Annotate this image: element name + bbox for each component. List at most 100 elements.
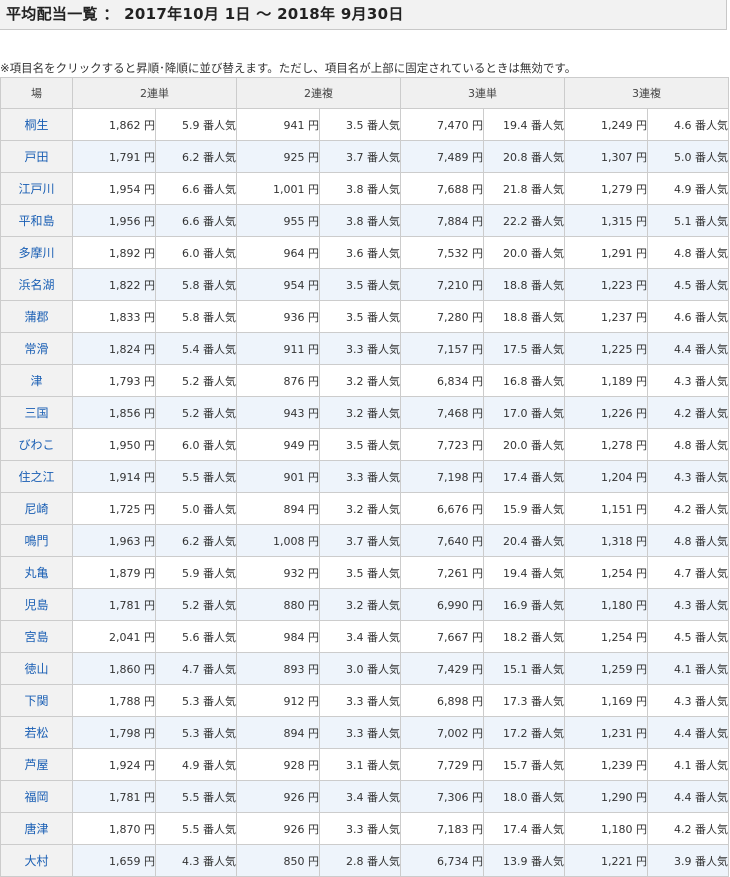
popularity-cell: 3.3 番人気 (319, 684, 401, 717)
payout-amount-cell: 912 円 (236, 684, 320, 717)
venue-cell: 戸田 (0, 140, 73, 173)
payout-amount: 984 (283, 630, 305, 644)
payout-amount-cell: 7,210 円 (400, 268, 484, 301)
popularity-value: 6.6 (182, 182, 200, 196)
payout-amount: 7,280 (437, 310, 469, 324)
payout-amount: 893 (283, 662, 305, 676)
venue-link[interactable]: 福岡 (24, 790, 48, 804)
payout-amount: 932 (283, 566, 305, 580)
popularity-suffix: 番人気 (367, 662, 400, 676)
yen-unit: 円 (472, 662, 483, 676)
popularity-cell: 3.4 番人気 (319, 620, 401, 653)
table-row: 唐津 1,870 円 5.5 番人気 926 円 3.3 番人気 7,183 円 17.4 … (0, 812, 729, 845)
popularity-suffix: 番人気 (695, 694, 728, 708)
yen-unit: 円 (308, 502, 319, 516)
popularity-suffix: 番人気 (203, 278, 236, 292)
popularity-value: 20.0 (503, 438, 528, 452)
popularity-cell: 4.9 番人気 (155, 748, 237, 781)
venue-link[interactable]: 多摩川 (18, 246, 54, 260)
yen-unit: 円 (636, 822, 647, 836)
payout-amount-cell: 7,183 円 (400, 812, 484, 845)
popularity-cell: 3.3 番人気 (319, 332, 401, 365)
payout-amount: 912 (283, 694, 305, 708)
popularity-value: 4.2 (674, 502, 692, 516)
yen-unit: 円 (472, 694, 483, 708)
venue-cell: 常滑 (0, 332, 73, 365)
page-title: 平均配当一覧 ： 2017年10月 1日 ～ 2018年 9月30日 (6, 5, 404, 23)
payout-amount: 941 (283, 118, 305, 132)
popularity-cell: 21.8 番人気 (483, 172, 565, 205)
header-venue[interactable]: 場 (0, 77, 73, 109)
popularity-value: 17.5 (503, 342, 528, 356)
payout-amount-cell: 1,001 円 (236, 172, 320, 205)
header-nirenpuku[interactable]: 2連複 (236, 77, 401, 109)
table-row: 尼崎 1,725 円 5.0 番人気 894 円 3.2 番人気 6,676 円 15.9 … (0, 492, 729, 525)
payout-amount: 1,225 (601, 342, 633, 356)
venue-link[interactable]: 平和島 (18, 214, 54, 228)
venue-link[interactable]: 若松 (24, 726, 48, 740)
yen-unit: 円 (144, 214, 155, 228)
venue-cell: 鳴門 (0, 524, 73, 557)
popularity-suffix: 番人気 (531, 278, 564, 292)
table-row: 常滑 1,824 円 5.4 番人気 911 円 3.3 番人気 7,157 円 17.5 … (0, 332, 729, 365)
yen-unit: 円 (472, 182, 483, 196)
yen-unit: 円 (472, 310, 483, 324)
header-nirentan[interactable]: 2連単 (72, 77, 237, 109)
venue-link[interactable]: 江戸川 (18, 182, 54, 196)
popularity-value: 5.0 (182, 502, 200, 516)
yen-unit: 円 (308, 662, 319, 676)
venue-link[interactable]: 児島 (24, 598, 48, 612)
popularity-suffix: 番人気 (367, 502, 400, 516)
venue-link[interactable]: 宮島 (24, 630, 48, 644)
venue-link[interactable]: 住之江 (18, 470, 54, 484)
venue-link[interactable]: 蒲郡 (24, 310, 48, 324)
popularity-suffix: 番人気 (367, 822, 400, 836)
payout-amount: 1,249 (601, 118, 633, 132)
popularity-suffix: 番人気 (531, 470, 564, 484)
popularity-value: 5.1 (674, 214, 692, 228)
yen-unit: 円 (636, 694, 647, 708)
venue-link[interactable]: 浜名湖 (18, 278, 54, 292)
venue-link[interactable]: 三国 (24, 406, 48, 420)
venue-link[interactable]: 戸田 (24, 150, 48, 164)
payout-amount-cell: 1,189 円 (564, 364, 648, 397)
popularity-value: 16.9 (503, 598, 528, 612)
header-sanrentan[interactable]: 3連単 (400, 77, 565, 109)
venue-link[interactable]: 徳山 (24, 662, 48, 676)
table-row: 江戸川 1,954 円 6.6 番人気 1,001 円 3.8 番人気 7,688 円 21… (0, 172, 729, 205)
popularity-cell: 5.8 番人気 (155, 300, 237, 333)
venue-link[interactable]: 下関 (24, 694, 48, 708)
popularity-suffix: 番人気 (695, 118, 728, 132)
popularity-cell: 4.1 番人気 (647, 652, 729, 685)
payout-amount-cell: 1,008 円 (236, 524, 320, 557)
venue-link[interactable]: 鳴門 (24, 534, 48, 548)
popularity-value: 4.2 (674, 822, 692, 836)
venue-link[interactable]: 尼崎 (24, 502, 48, 516)
yen-unit: 円 (636, 726, 647, 740)
payout-amount-cell: 6,834 円 (400, 364, 484, 397)
popularity-suffix: 番人気 (695, 598, 728, 612)
venue-link[interactable]: 桐生 (24, 118, 48, 132)
venue-link[interactable]: 唐津 (24, 822, 48, 836)
popularity-cell: 3.7 番人気 (319, 140, 401, 173)
payout-amount: 7,729 (437, 758, 469, 772)
popularity-cell: 4.3 番人気 (155, 844, 237, 877)
yen-unit: 円 (308, 438, 319, 452)
venue-link[interactable]: 常滑 (24, 342, 48, 356)
popularity-suffix: 番人気 (695, 342, 728, 356)
yen-unit: 円 (308, 470, 319, 484)
header-sanrenpuku[interactable]: 3連複 (564, 77, 729, 109)
popularity-suffix: 番人気 (695, 278, 728, 292)
average-payout-table: 場 2連単 2連複 3連単 3連複 桐生 1,862 円 5.9 番人気 941 円3… (0, 77, 729, 877)
venue-link[interactable]: 丸亀 (24, 566, 48, 580)
venue-link[interactable]: 芦屋 (24, 758, 48, 772)
table-row: 児島 1,781 円 5.2 番人気 880 円 3.2 番人気 6,990 円 16.9 … (0, 588, 729, 621)
payout-amount: 1,237 (601, 310, 633, 324)
popularity-value: 3.3 (346, 822, 364, 836)
venue-link[interactable]: 津 (30, 374, 42, 388)
popularity-value: 3.8 (346, 182, 364, 196)
venue-link[interactable]: 大村 (24, 854, 48, 868)
payout-amount: 1,318 (601, 534, 633, 548)
popularity-cell: 3.3 番人気 (319, 460, 401, 493)
venue-link[interactable]: びわこ (18, 438, 54, 452)
